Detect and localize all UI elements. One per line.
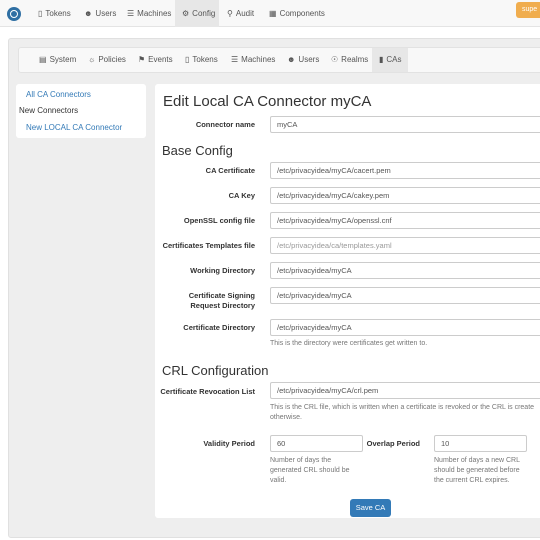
overlap-period-help: Number of days a new CRL should be gener…: [434, 456, 520, 486]
working-directory-input[interactable]: /etc/privacyidea/myCA: [270, 262, 540, 279]
templates-file-input[interactable]: /etc/privacyidea/ca/templates.yaml: [270, 237, 540, 254]
validity-period-help-line3: valid.: [270, 477, 287, 484]
flag-icon: ⚑: [138, 55, 146, 64]
crl-list-input[interactable]: /etc/privacyidea/myCA/crl.pem: [270, 382, 540, 399]
certificate-directory-input[interactable]: /etc/privacyidea/myCA: [270, 319, 540, 336]
search-icon: ⚲: [227, 9, 233, 18]
crl-list-label: Certificate Revocation List: [160, 387, 255, 396]
config-subnav: ▤ System ☼ Policies ⚑ Events ▯ Tokens ☰ Machi…: [18, 47, 540, 73]
subnav-policies[interactable]: ☼ Policies: [82, 48, 132, 72]
validity-period-help: Number of days the generated CRL should …: [270, 456, 350, 486]
top-navbar: ▯ Tokens ☻ Users ☰ Machines ⚙ Config ⚲ Audit …: [0, 0, 540, 27]
user-icon: ☻: [287, 55, 296, 64]
nav-machines[interactable]: ☰ Machines: [122, 0, 176, 27]
overlap-period-help-line3: the current CRL expires.: [434, 477, 510, 484]
crl-config-heading: CRL Configuration: [162, 363, 269, 378]
save-ca-button[interactable]: Save CA: [350, 499, 391, 517]
sidebar-new-connectors-heading: New Connectors: [19, 106, 79, 115]
bulb-icon: ☼: [88, 55, 96, 64]
subnav-machines[interactable]: ☰ Machines: [225, 48, 281, 72]
openssl-config-input[interactable]: /etc/privacyidea/myCA/openssl.cnf: [270, 212, 540, 229]
list-icon: ☰: [127, 9, 135, 18]
overlap-period-input[interactable]: 10: [434, 435, 527, 452]
working-directory-label: Working Directory: [190, 266, 255, 275]
nav-users[interactable]: ☻ Users: [79, 0, 121, 27]
crl-list-help: This is the CRL file, which is written w…: [270, 403, 540, 423]
bookmark-icon: ▮: [379, 55, 384, 64]
overlap-period-label: Overlap Period: [366, 439, 420, 448]
page-title: Edit Local CA Connector myCA: [163, 93, 372, 110]
validity-period-input[interactable]: 60: [270, 435, 363, 452]
sidebar-new-local-ca-connector[interactable]: New LOCAL CA Connector: [26, 123, 122, 132]
templates-file-label: Certificates Templates file: [162, 241, 255, 250]
crl-list-help-line1: This is the CRL file, which is written w…: [270, 404, 535, 411]
csr-directory-label: Certificate Signing Request Directory: [160, 291, 255, 311]
csr-directory-input[interactable]: /etc/privacyidea/myCA: [270, 287, 540, 304]
certificate-directory-help: This is the directory were certificates …: [270, 340, 428, 347]
connector-name-label: Connector name: [195, 120, 255, 129]
cog-icon: ⚙: [182, 9, 190, 18]
validity-period-label: Validity Period: [203, 439, 255, 448]
csr-directory-label-line2: Request Directory: [190, 301, 255, 310]
crl-list-help-line2: otherwise.: [270, 414, 302, 421]
validity-period-help-line2: generated CRL should be: [270, 467, 350, 474]
subnav-realms[interactable]: ☉ Realms: [325, 48, 374, 72]
validity-period-help-line1: Number of days the: [270, 457, 332, 464]
subnav-events[interactable]: ⚑ Events: [132, 48, 179, 72]
base-config-heading: Base Config: [162, 143, 233, 158]
nav-tokens[interactable]: ▯ Tokens: [32, 0, 77, 27]
nav-audit[interactable]: ⚲ Audit: [222, 0, 259, 27]
app-logo-icon[interactable]: [7, 7, 21, 21]
connector-name-input[interactable]: myCA: [270, 116, 540, 133]
subnav-tokens[interactable]: ▯ Tokens: [179, 48, 224, 72]
overlap-period-help-line2: should be generated before: [434, 467, 520, 474]
grid-icon: ▦: [269, 9, 277, 18]
server-icon: ▤: [39, 55, 47, 64]
user-icon: ☻: [84, 9, 93, 18]
subnav-cas[interactable]: ▮ CAs: [372, 48, 408, 72]
sidebar-all-ca-connectors[interactable]: All CA Connectors: [26, 90, 91, 99]
openssl-config-label: OpenSSL config file: [183, 216, 255, 225]
csr-directory-label-line1: Certificate Signing: [188, 291, 255, 300]
subnav-users[interactable]: ☻ Users: [281, 48, 325, 72]
ca-key-label: CA Key: [228, 191, 255, 200]
globe-icon: ☉: [331, 55, 339, 64]
subnav-system[interactable]: ▤ System: [33, 48, 82, 72]
user-menu-button[interactable]: supe: [516, 2, 540, 18]
overlap-period-help-line1: Number of days a new CRL: [434, 457, 520, 464]
ca-certificate-input[interactable]: /etc/privacyidea/myCA/cacert.pem: [270, 162, 540, 179]
ca-certificate-label: CA Certificate: [205, 166, 255, 175]
certificate-directory-label: Certificate Directory: [183, 323, 255, 332]
list-icon: ☰: [231, 55, 239, 64]
nav-components[interactable]: ▦ Components: [264, 0, 330, 27]
phone-icon: ▯: [38, 9, 43, 18]
ca-sidebar: All CA Connectors New Connectors New LOC…: [16, 84, 146, 138]
nav-config[interactable]: ⚙ Config: [175, 0, 219, 27]
phone-icon: ▯: [185, 55, 190, 64]
ca-key-input[interactable]: /etc/privacyidea/myCA/cakey.pem: [270, 187, 540, 204]
